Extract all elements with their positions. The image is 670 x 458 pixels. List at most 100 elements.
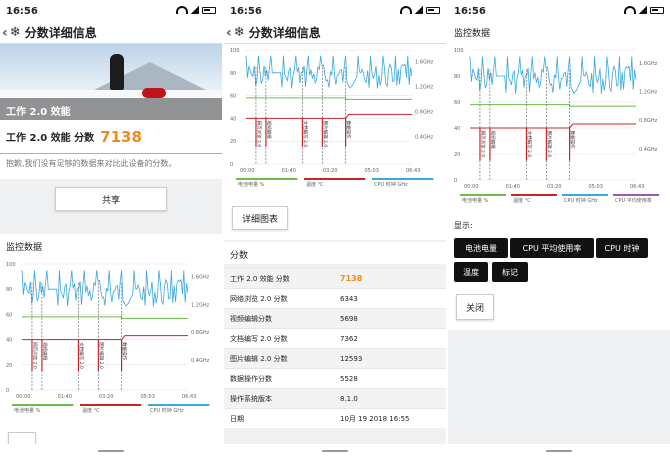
score-row-value: 7362 <box>340 334 358 343</box>
y-tick-label: 80 <box>230 71 236 77</box>
y2-tick-label: 0.4GHz <box>415 135 434 141</box>
y-tick-label: 0 <box>230 162 233 168</box>
share-button[interactable]: 共享 <box>55 187 167 211</box>
score-row-value: 6343 <box>340 294 358 303</box>
y-tick-label: 60 <box>454 100 460 106</box>
y2-tick-label: 1.6GHz <box>415 59 434 65</box>
phase-label: 网页浏览 2.0 <box>479 131 486 158</box>
phone-screen-2: 16:56 ‹ ❄ 分数详细信息 100 80 60 40 20 0 1.6GHz 1.2GH… <box>224 0 446 458</box>
legend-label: CPU 平均使用率 <box>615 197 652 204</box>
status-time: 16:56 <box>230 5 262 17</box>
back-icon[interactable]: ‹ <box>226 25 232 41</box>
cpu-clock-line <box>245 55 413 89</box>
toggle-battery[interactable]: 电池电量 <box>454 238 508 258</box>
cpu-clock-line <box>21 270 189 307</box>
home-indicator[interactable] <box>98 450 124 452</box>
phase-label: 视频编辑 <box>489 131 496 149</box>
chart-svg: 100 80 60 40 20 0 1.6GHz 1.2GHz 0.8GHz 0.4GHz 00:0… <box>230 48 434 188</box>
toggle-markers[interactable]: 标记 <box>492 262 528 282</box>
signal-icon <box>639 6 647 14</box>
score-row: 日期 10月 19 2018 16:55 <box>224 408 446 428</box>
x-tick-label: 05:03 <box>589 184 603 190</box>
y2-tick-label: 1.2GHz <box>639 90 658 96</box>
legend-swatch <box>148 404 210 406</box>
y-tick-label: 100 <box>6 262 16 268</box>
phase-label: 文档编写 2.0 <box>526 131 533 158</box>
home-indicator[interactable] <box>322 450 348 452</box>
legend-label: CPU 时钟 GHz <box>374 181 408 188</box>
legend-label: 电池电量 % <box>14 407 41 414</box>
status-time: 16:56 <box>454 5 486 17</box>
score-row-label: 工作 2.0 效能 分数 <box>230 274 290 283</box>
nav-bar <box>0 444 222 458</box>
y2-tick-label: 0.4GHz <box>639 147 658 153</box>
temperature-line <box>22 335 188 341</box>
battery-icon <box>202 6 216 14</box>
legend-label: 电池电量 % <box>462 197 489 204</box>
legend-label: CPU 时钟 GHz <box>150 407 184 414</box>
monitor-chart: 100 80 60 40 20 0 1.6GHz 1.2GHz 0.8GHz 0.4GHz 00:0… <box>228 44 442 194</box>
battery-line <box>246 97 412 100</box>
x-tick-label: 06:43 <box>630 184 644 190</box>
score-row-label: 操作系统版本 <box>230 394 272 403</box>
score-row: 数据操作分数 5528 <box>224 368 446 388</box>
monitor-chart: 100 80 60 40 20 0 1.6GHz 1.2GHz 0.8GHz 0.4GHz 00:0… <box>452 42 666 210</box>
back-icon[interactable]: ‹ <box>2 25 8 41</box>
y-tick-label: 60 <box>6 312 12 318</box>
sled-image <box>142 88 166 98</box>
close-button[interactable]: 关闭 <box>456 294 494 320</box>
score-row-label: 数据操作分数 <box>230 374 272 383</box>
y-tick-label: 100 <box>230 48 240 54</box>
score-row-value: 5528 <box>340 374 358 383</box>
monitor-title: 监控数据 <box>6 243 43 253</box>
score-row: 操作系统版本 8.1.0 <box>224 388 446 408</box>
wifi-icon <box>176 6 188 14</box>
status-time: 16:56 <box>6 5 38 17</box>
x-tick-label: 03:20 <box>547 184 561 190</box>
score-label: 工作 2.0 效能 分数 <box>6 133 95 144</box>
y-tick-label: 40 <box>454 126 460 132</box>
settings-icon: ❄ <box>233 25 245 40</box>
legend-swatch <box>372 178 434 180</box>
phase-label: 文档编写 2.0 <box>78 342 85 369</box>
wifi-icon <box>400 6 412 14</box>
score-row-label: 日期 <box>230 414 244 423</box>
y-tick-label: 60 <box>230 94 236 100</box>
legend-label: CPU 时钟 GHz <box>564 197 598 204</box>
score-row-value: 5698 <box>340 314 358 323</box>
hero-banner: 工作 2.0 效能 <box>0 44 222 120</box>
legend-swatch <box>562 194 608 196</box>
y-tick-label: 80 <box>454 74 460 80</box>
hero-label: 工作 2.0 效能 <box>6 107 71 118</box>
phase-label: 图片编辑 2.0 <box>98 342 105 369</box>
phase-label: 图片编辑 2.0 <box>322 121 329 148</box>
y2-tick-label: 0.8GHz <box>415 110 434 116</box>
legend-swatch <box>80 404 142 406</box>
status-bar: 16:56 <box>448 0 670 22</box>
x-tick-label: 05:03 <box>141 394 155 400</box>
chart-svg: 100 80 60 40 20 0 1.6GHz 1.2GHz 0.8GHz 0.4GHz 00:0… <box>454 48 659 204</box>
legend-swatch <box>613 194 659 196</box>
home-indicator[interactable] <box>546 450 572 452</box>
scores-table: 工作 2.0 效能 分数 7138 网络浏览 2.0 分数 6343 视频编辑分数 569… <box>224 268 446 428</box>
toggle-cpu-usage[interactable]: CPU 平均使用率 <box>510 238 594 258</box>
toggle-cpu-clock[interactable]: CPU 时钟 <box>596 238 648 258</box>
title-bar: ‹ ❄ 分数详细信息 <box>0 22 222 44</box>
temperature-line <box>470 123 636 129</box>
legend-label: 温度 °C <box>306 181 324 188</box>
y2-tick-label: 1.6GHz <box>191 275 210 281</box>
phase-label: 文档编写 2.0 <box>302 121 309 148</box>
y2-tick-label: 1.2GHz <box>191 302 210 308</box>
x-tick-label: 05:03 <box>365 168 379 174</box>
phase-label: 网页浏览 2.0 <box>31 342 38 369</box>
x-tick-label: 00:00 <box>464 184 478 190</box>
score-value: 7138 <box>100 127 142 146</box>
page-title: 分数详细信息 <box>248 26 321 40</box>
title-bar: ‹ ❄ 分数详细信息 <box>224 22 446 44</box>
toggle-temperature[interactable]: 温度 <box>454 262 488 282</box>
detail-chart-button[interactable]: 详细图表 <box>232 206 288 230</box>
phase-label: 数据操作 <box>121 342 128 360</box>
battery-icon <box>426 6 440 14</box>
y-tick-label: 80 <box>6 287 12 293</box>
status-bar: 16:56 <box>224 0 446 22</box>
